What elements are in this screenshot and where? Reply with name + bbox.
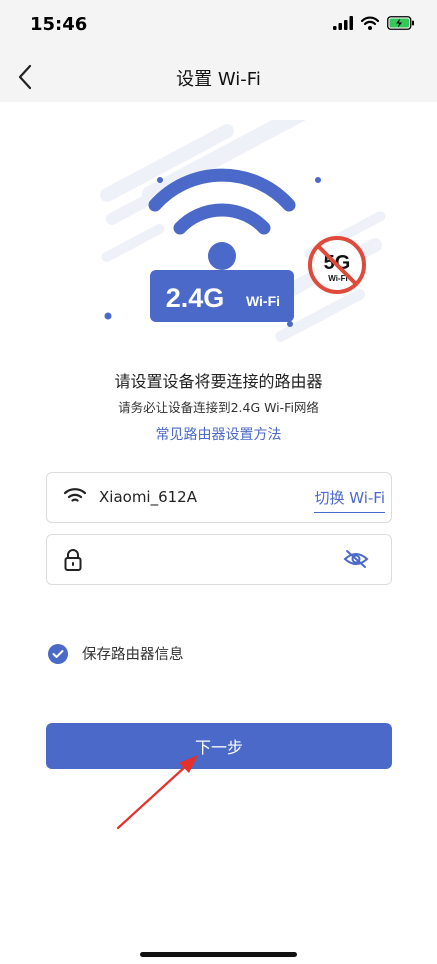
- page-title: 设置 Wi-Fi: [176, 69, 261, 90]
- status-icons: [333, 16, 415, 30]
- checkbox-checked-icon[interactable]: [48, 643, 68, 664]
- wifi-band-illustration: 2.4G Wi-Fi 5G Wi-Fi: [0, 90, 437, 350]
- status-time: 15:46: [30, 14, 88, 35]
- wifi-ssid-field: Xiaomi_612A 切换 Wi-Fi: [46, 472, 392, 523]
- wifi-ssid-text: Xiaomi_612A: [99, 488, 197, 506]
- battery-charging-icon: [387, 16, 414, 30]
- toggle-password-visibility-button[interactable]: [343, 549, 369, 573]
- cellular-signal-icon: [333, 16, 353, 30]
- next-step-button[interactable]: 下一步: [46, 723, 392, 769]
- status-bar: 15:46: [0, 0, 437, 52]
- switch-wifi-button[interactable]: 切换 Wi-Fi: [314, 487, 385, 513]
- lock-icon: [63, 548, 83, 576]
- instruction-headline: 请设置设备将要连接的路由器: [114, 372, 323, 391]
- wifi-icon: [63, 486, 87, 510]
- no-5g-icon: 5G Wi-Fi: [308, 236, 366, 294]
- band-sublabel-wifi: Wi-Fi: [246, 293, 280, 309]
- wifi-password-input[interactable]: [99, 545, 329, 575]
- remember-router-toggle[interactable]: 保存路由器信息: [48, 643, 184, 664]
- home-indicator: [140, 952, 297, 957]
- instruction-subline: 请务必让设备连接到2.4G Wi-Fi网络: [118, 400, 319, 415]
- eye-hidden-icon: [343, 550, 369, 568]
- remember-router-label: 保存路由器信息: [82, 647, 184, 663]
- nav-bar: 设置 Wi-Fi: [0, 52, 437, 102]
- wifi-status-icon: [361, 16, 379, 30]
- band-label-2-4g: 2.4G: [166, 283, 225, 313]
- router-setup-help-link[interactable]: 常见路由器设置方法: [0, 424, 437, 444]
- wifi-password-field: [46, 534, 392, 585]
